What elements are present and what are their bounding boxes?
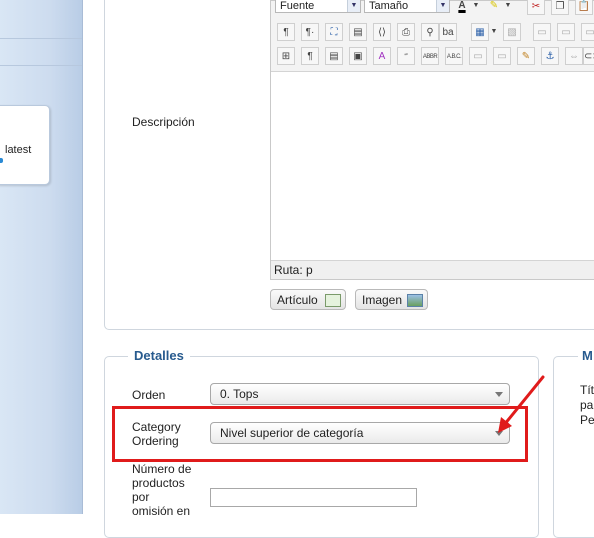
chevron-down-icon[interactable]: ▼ [471,0,481,15]
visual-aid-icon[interactable]: ⊞ [277,47,295,65]
article-button-label: Artículo [277,293,318,307]
paste-word-icon[interactable]: ▤ [349,23,367,41]
chevron-down-icon[interactable]: ▼ [503,0,513,15]
editor-text-area[interactable] [271,72,594,260]
absolute-icon[interactable]: ▭ [581,23,594,41]
copy-icon[interactable]: ❐ [551,0,569,15]
font-select[interactable]: Fuente ▼ [275,0,361,13]
show-blocks-icon[interactable]: ¶ [301,47,319,65]
delete-icon[interactable]: ▭ [469,47,487,65]
size-select-value: Tamaño [369,0,409,12]
link-icon[interactable]: ⊂⊃ [583,47,594,65]
size-select[interactable]: Tamaño ▼ [364,0,450,13]
right-text-line: Títl [580,383,594,397]
chevron-down-icon [495,392,503,397]
insert-media-icon[interactable]: ▣ [349,47,367,65]
insert-layer-icon[interactable]: ▦ [471,23,489,41]
rich-text-editor: Fuente ▼ Tamaño ▼ A ▼ ✎ ▼ ✂ ❐ 📋 ¶ ¶· ⛶ ▤… [270,0,594,280]
right-text-line: Pe [580,413,594,427]
template-icon[interactable]: ▤ [325,47,343,65]
insert-image-button[interactable]: Imagen [355,289,428,310]
insert-icon[interactable]: ▭ [493,47,511,65]
find-icon[interactable]: ⚲ [421,23,439,41]
font-color-button[interactable]: A [453,0,471,15]
article-icon [325,294,341,307]
sidebar-divider [0,65,82,66]
details-legend: Detalles [128,348,190,363]
split-icon[interactable]: ⇔ [565,47,583,65]
description-label: Descripción [132,115,195,129]
sidebar-divider [0,38,82,39]
insert-article-button[interactable]: Artículo [270,289,346,310]
annotation-highlight-box [112,406,528,462]
cite-icon[interactable]: “” [397,47,415,65]
acronym-icon[interactable]: A.B.C. [445,47,463,65]
order-label: Orden [132,388,166,402]
chevron-down-icon: ▼ [347,0,360,12]
order-select[interactable]: 0. Tops [210,383,510,405]
rtl-icon[interactable]: ¶· [301,23,319,41]
sidebar-card-text: latest [5,144,32,156]
attributes-icon[interactable]: ✎ [517,47,535,65]
editor-path-bar: Ruta: p [271,260,594,279]
source-code-icon[interactable]: ⟨⟩ [373,23,391,41]
image-button-label: Imagen [362,293,403,307]
move-forward-icon[interactable]: ▭ [533,23,551,41]
abbr-icon[interactable]: ABBR [421,47,439,65]
sidebar-card[interactable]: latest [0,105,50,185]
delete-layer-icon[interactable]: ▧ [503,23,521,41]
chevron-down-icon[interactable]: ▼ [489,23,499,41]
font-select-value: Fuente [280,0,315,12]
paste-icon[interactable]: 📋 [575,0,593,15]
chevron-down-icon: ▼ [436,0,449,12]
replace-icon[interactable]: ba [439,23,457,41]
editor-toolbar: Fuente ▼ Tamaño ▼ A ▼ ✎ ▼ ✂ ❐ 📋 ¶ ¶· ⛶ ▤… [271,0,594,72]
fullscreen-icon[interactable]: ⛶ [325,23,343,41]
left-sidebar: latest [0,0,83,514]
print-icon[interactable]: ⎙ [397,23,415,41]
anchor-icon[interactable]: ⚓ [541,47,559,65]
ltr-icon[interactable]: ¶ [277,23,295,41]
right-fieldset-legend: M [578,348,594,363]
styles-icon[interactable]: A [373,47,391,65]
image-icon [407,294,423,307]
cut-icon[interactable]: ✂ [527,0,545,15]
products-per-page-input[interactable] [210,488,417,507]
right-text-line: pa [580,398,594,412]
highlight-color-button[interactable]: ✎ [485,0,503,15]
move-backward-icon[interactable]: ▭ [557,23,575,41]
bullet-icon [0,158,3,163]
products-per-page-label: Número de productos por omisión en [132,462,192,518]
order-select-value: 0. Tops [220,387,259,401]
